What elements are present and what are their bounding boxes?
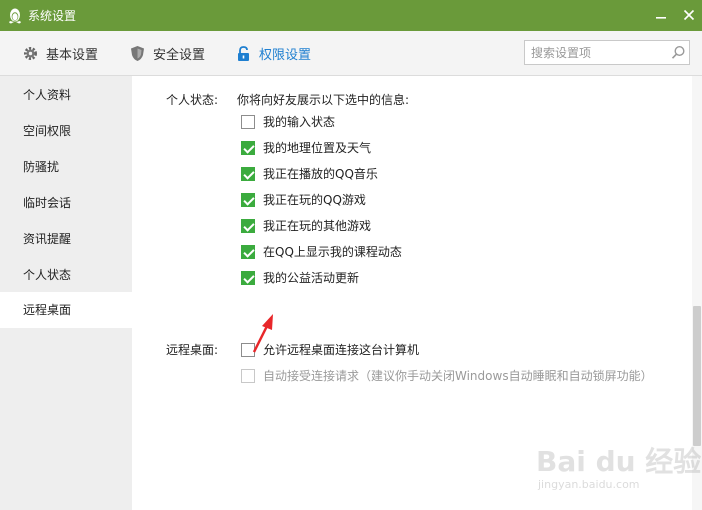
sidebar: 个人资料 空间权限 防骚扰 临时会话 资讯提醒 个人状态 远程桌面 xyxy=(0,76,132,510)
remote-desktop-label: 远程桌面: xyxy=(166,343,219,357)
option-qq-game[interactable]: 我正在玩的QQ游戏 xyxy=(241,192,366,208)
option-other-games[interactable]: 我正在玩的其他游戏 xyxy=(241,218,371,234)
settings-toolbar: 基本设置 安全设置 权限设置 xyxy=(0,31,702,76)
tab-basic-settings[interactable]: 基本设置 xyxy=(22,43,98,63)
checkbox[interactable] xyxy=(241,115,255,129)
personal-status-intro: 你将向好友展示以下选中的信息: xyxy=(237,93,410,107)
option-label: 我正在玩的其他游戏 xyxy=(263,219,372,233)
checkbox[interactable] xyxy=(241,219,255,233)
minimize-icon[interactable] xyxy=(652,6,670,24)
settings-content: 个人状态: 你将向好友展示以下选中的信息: 我的输入状态 我的地理位置及天气 我… xyxy=(132,76,692,510)
close-icon[interactable] xyxy=(680,6,698,24)
option-qq-music[interactable]: 我正在播放的QQ音乐 xyxy=(241,166,378,182)
tab-label: 基本设置 xyxy=(46,47,99,63)
option-label: 我的输入状态 xyxy=(263,115,336,129)
sidebar-item-anti-harassment[interactable]: 防骚扰 xyxy=(0,149,132,185)
gear-icon xyxy=(24,46,37,60)
option-label: 允许远程桌面连接这台计算机 xyxy=(263,343,420,357)
option-auto-accept-connection[interactable]: 自动接受连接请求（建议你手动关闭Windows自动睡眠和自动锁屏功能） xyxy=(241,368,653,384)
tab-permission-settings[interactable]: 权限设置 xyxy=(235,43,311,63)
checkbox[interactable] xyxy=(241,271,255,285)
option-typing-status[interactable]: 我的输入状态 xyxy=(241,114,335,130)
sidebar-item-personal-status[interactable]: 个人状态 xyxy=(0,257,132,293)
sidebar-item-temp-session[interactable]: 临时会话 xyxy=(0,185,132,221)
lock-icon xyxy=(238,45,249,61)
sidebar-item-space-permission[interactable]: 空间权限 xyxy=(0,113,132,149)
option-label: 我的公益活动更新 xyxy=(263,271,360,285)
sidebar-item-profile[interactable]: 个人资料 xyxy=(0,77,132,113)
option-location-weather[interactable]: 我的地理位置及天气 xyxy=(241,140,371,156)
tab-label: 安全设置 xyxy=(153,47,206,63)
checkbox[interactable] xyxy=(241,193,255,207)
option-label: 我的地理位置及天气 xyxy=(263,141,372,155)
option-course-activity[interactable]: 在QQ上显示我的课程动态 xyxy=(241,244,402,260)
search-box xyxy=(524,40,690,65)
window-title: 系统设置 xyxy=(28,9,77,23)
search-input[interactable] xyxy=(525,41,665,64)
checkbox[interactable] xyxy=(241,369,255,383)
tab-label: 权限设置 xyxy=(259,47,312,63)
annotation-arrow-icon xyxy=(252,314,273,353)
scrollbar-thumb[interactable] xyxy=(693,306,701,446)
option-label: 我正在玩的QQ游戏 xyxy=(263,193,366,207)
option-label: 在QQ上显示我的课程动态 xyxy=(263,245,402,259)
option-charity-updates[interactable]: 我的公益活动更新 xyxy=(241,270,359,286)
title-bar: 系统设置 xyxy=(0,0,702,31)
sidebar-item-news-reminder[interactable]: 资讯提醒 xyxy=(0,221,132,257)
checkbox[interactable] xyxy=(241,245,255,259)
sidebar-item-remote-desktop[interactable]: 远程桌面 xyxy=(0,292,132,328)
search-icon[interactable] xyxy=(671,45,686,60)
shield-icon xyxy=(131,45,144,61)
vertical-scrollbar[interactable] xyxy=(692,76,702,510)
checkbox[interactable] xyxy=(241,167,255,181)
checkbox[interactable] xyxy=(241,141,255,155)
qq-penguin-icon xyxy=(9,8,21,24)
option-label: 我正在播放的QQ音乐 xyxy=(263,167,378,181)
tab-security-settings[interactable]: 安全设置 xyxy=(129,43,205,63)
option-label: 自动接受连接请求（建议你手动关闭Windows自动睡眠和自动锁屏功能） xyxy=(263,369,653,383)
personal-status-label: 个人状态: xyxy=(166,93,219,107)
